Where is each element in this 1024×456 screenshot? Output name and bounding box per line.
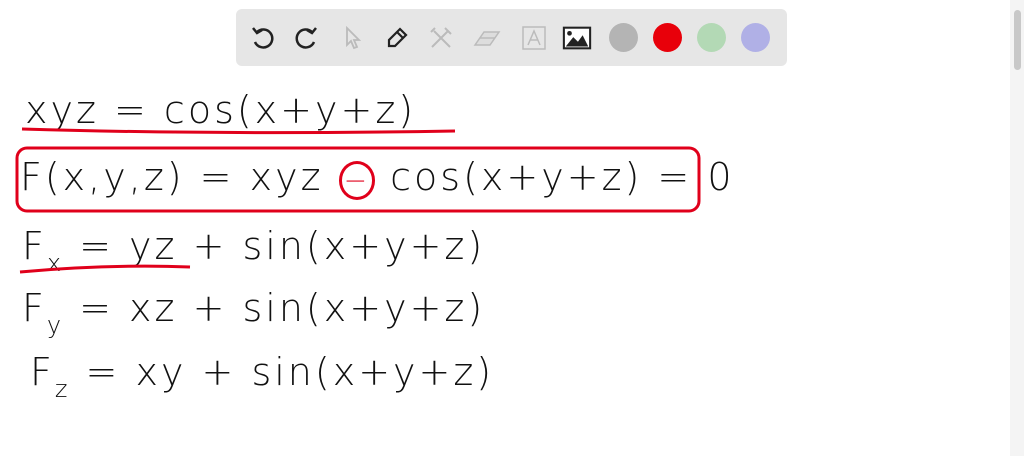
- redo-button[interactable]: [291, 23, 321, 53]
- tools-button[interactable]: [426, 23, 456, 53]
- tools-icon: [430, 27, 452, 48]
- eraser-button[interactable]: [472, 23, 502, 53]
- color-green-swatch[interactable]: [697, 23, 726, 52]
- select-icon: [346, 25, 362, 50]
- equation-line-4: Fy = xz + sin(x+y+z): [22, 286, 486, 339]
- line5-rhs: = xy + sin(x+y+z): [70, 350, 495, 394]
- image-button[interactable]: [562, 23, 592, 53]
- line4-rhs: = xz + sin(x+y+z): [64, 286, 486, 330]
- undo-button[interactable]: [248, 23, 278, 53]
- equation-line-5: Fz = xy + sin(x+y+z): [30, 350, 495, 403]
- line2-left: F(x,y,z) = xyz: [20, 155, 339, 199]
- red-underline-1: [21, 127, 456, 135]
- select-button[interactable]: [338, 23, 368, 53]
- pen-button[interactable]: [382, 23, 412, 53]
- f-symbol: F: [22, 286, 47, 330]
- pen-icon: [387, 27, 408, 48]
- color-gray-swatch[interactable]: [609, 23, 638, 52]
- equation-line-2: F(x,y,z) = xyz − cos(x+y+z) = 0: [20, 155, 735, 200]
- vertical-scrollbar[interactable]: [1010, 0, 1024, 456]
- undo-icon: [252, 27, 274, 49]
- red-underline-3: [19, 264, 191, 274]
- color-blue-swatch[interactable]: [741, 23, 770, 52]
- subscript: y: [46, 311, 65, 339]
- redo-icon: [295, 27, 317, 49]
- eraser-icon: [473, 31, 501, 46]
- text-icon: [522, 26, 546, 50]
- circled-minus: −: [338, 161, 376, 200]
- toolbar: [236, 9, 787, 66]
- f-symbol: F: [30, 350, 55, 394]
- image-icon: [562, 26, 592, 50]
- subscript: z: [54, 375, 71, 403]
- scrollbar-thumb[interactable]: [1014, 10, 1021, 70]
- color-red-swatch[interactable]: [653, 23, 682, 52]
- text-button[interactable]: [519, 23, 549, 53]
- line2-right: cos(x+y+z) = 0: [375, 155, 735, 199]
